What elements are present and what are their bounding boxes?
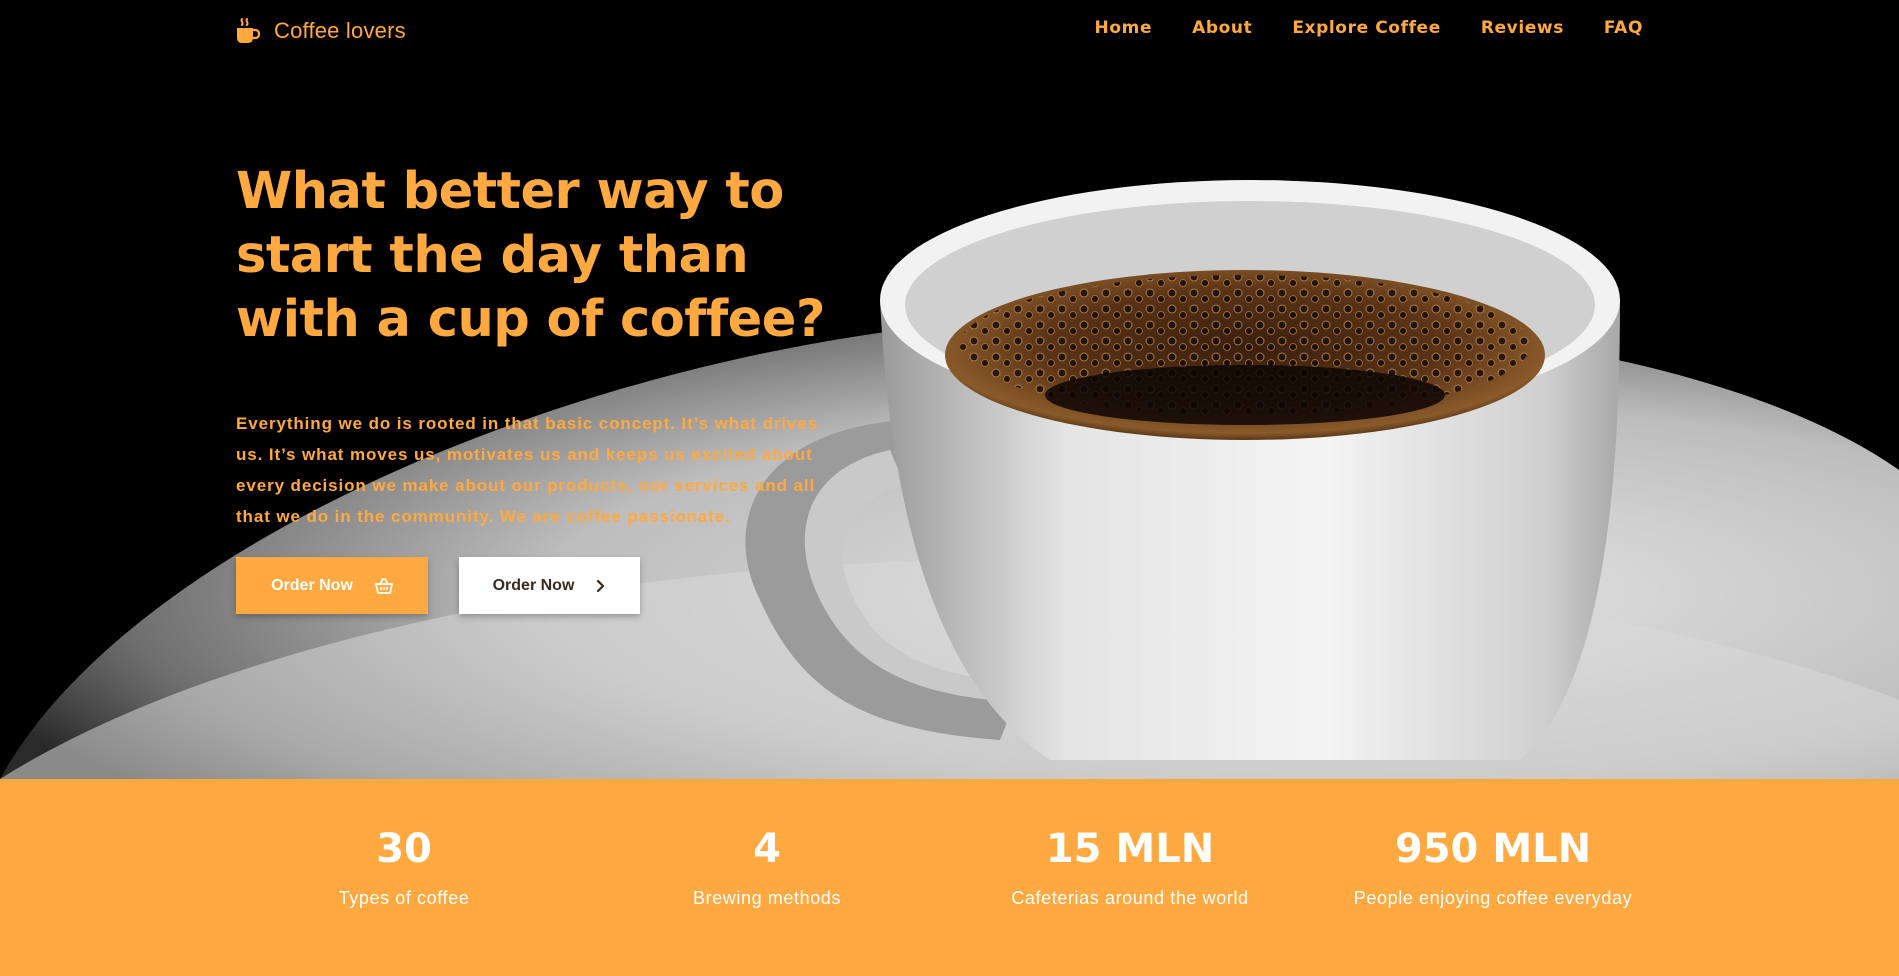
nav-link-about[interactable]: About	[1192, 18, 1252, 38]
nav-link-explore-coffee[interactable]: Explore Coffee	[1292, 18, 1441, 38]
stat-label: People enjoying coffee everyday	[1353, 888, 1633, 908]
nav-link-reviews[interactable]: Reviews	[1481, 18, 1564, 38]
nav-link-home[interactable]: Home	[1095, 18, 1153, 38]
stat-value: 30	[376, 826, 432, 872]
stat-value: 4	[753, 826, 781, 872]
stat-label: Cafeterias around the world	[1011, 888, 1249, 908]
nav-link-faq[interactable]: FAQ	[1604, 18, 1643, 38]
basket-icon	[374, 577, 393, 594]
stat-value: 950 MLN	[1394, 826, 1592, 872]
coffee-cup-icon	[237, 18, 260, 43]
nav-item-reviews: Reviews	[1481, 18, 1564, 38]
top-navbar: Coffee lovers Home About Explore Coffee …	[0, 0, 1899, 60]
nav-item-faq: FAQ	[1604, 18, 1643, 38]
hero-section: Coffee lovers Home About Explore Coffee …	[0, 0, 1899, 779]
order-now-primary-label: Order Now	[271, 576, 353, 594]
nav-item-home: Home	[1095, 18, 1153, 38]
stats-band: 30 Types of coffee 4 Brewing methods 15 …	[0, 779, 1899, 976]
hero-lead: Everything we do is rooted in that basic…	[236, 414, 819, 526]
hero-headline: What better way to start the day than wi…	[236, 162, 825, 349]
stat-value: 15 MLN	[1045, 826, 1215, 872]
stat-label: Types of coffee	[338, 888, 470, 908]
order-now-primary-button[interactable]: Order Now	[236, 557, 428, 614]
stat-label: Brewing methods	[692, 888, 842, 908]
coffee-cup-photo	[0, 0, 1899, 779]
order-now-secondary-label: Order Now	[492, 576, 575, 594]
brand-logo[interactable]: Coffee lovers	[236, 16, 406, 46]
nav-item-explore-coffee: Explore Coffee	[1292, 18, 1441, 38]
chevron-right-icon	[597, 579, 605, 592]
order-now-secondary-button[interactable]: Order Now	[459, 557, 640, 614]
brand-name: Coffee lovers	[274, 18, 406, 43]
nav-item-about: About	[1192, 18, 1252, 38]
nav-links: Home About Explore Coffee Reviews FAQ	[1095, 18, 1643, 38]
